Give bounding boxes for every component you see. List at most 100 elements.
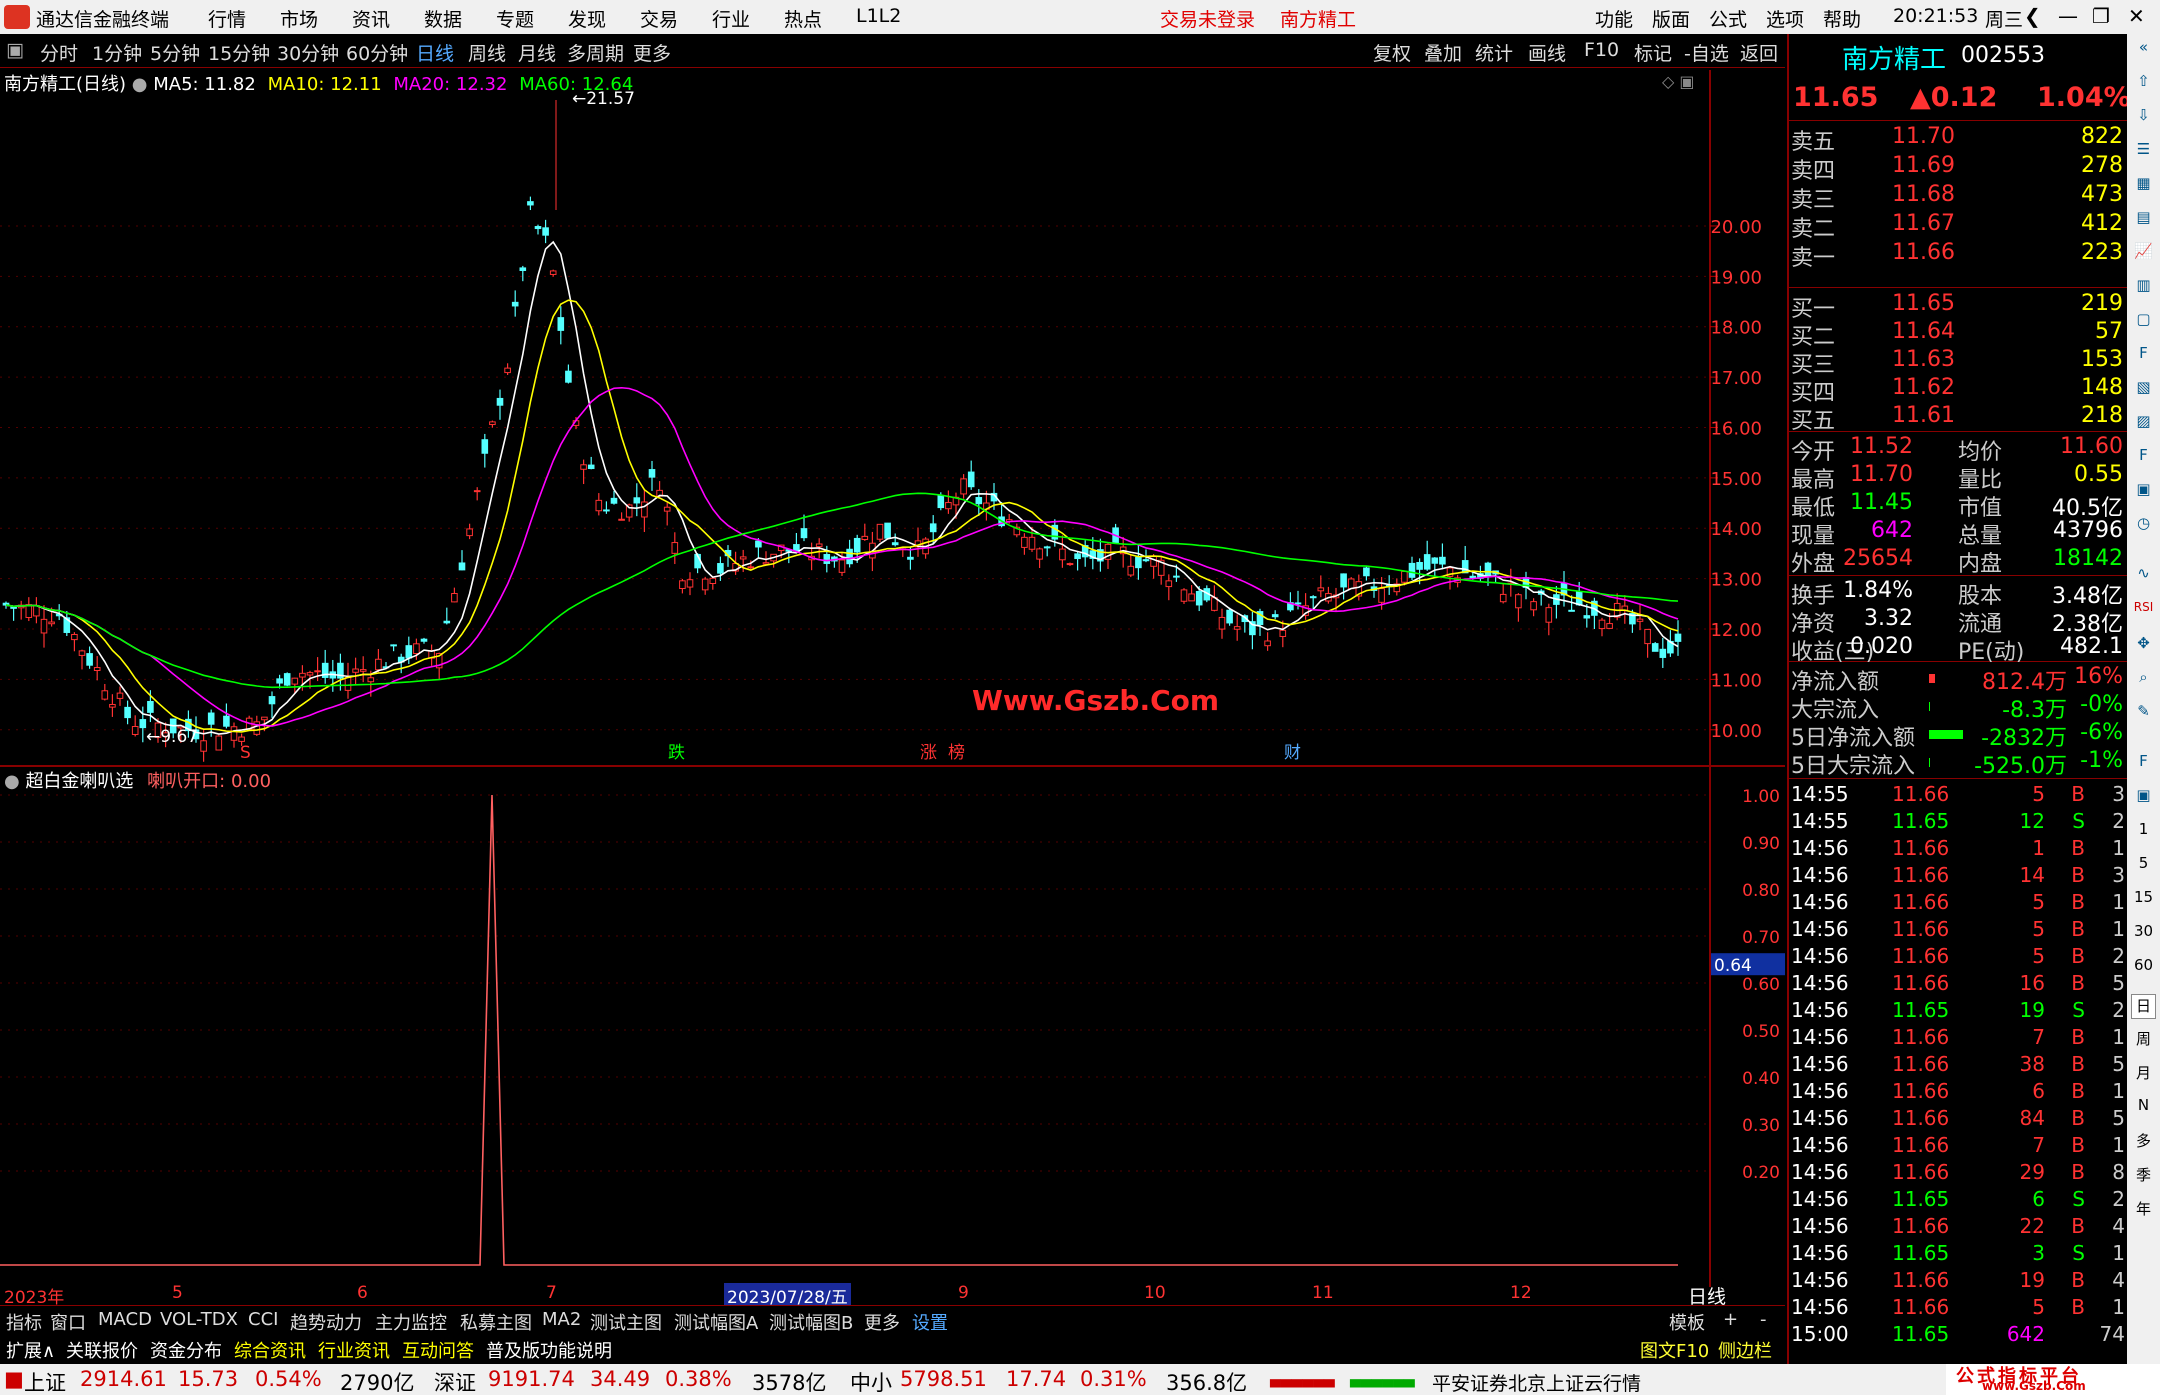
stat-row[interactable]: 最低 11.45 市值 40.5亿 [1789,490,2129,521]
btab-more[interactable]: 更多 [864,1309,900,1335]
chart-settings-icon[interactable]: ◇ ▣ [1662,72,1695,91]
doc-icon[interactable]: ▢ [2131,310,2156,335]
bid-row[interactable]: 买一 11.65 219 [1789,291,2129,322]
rsi-icon[interactable]: RSI [2131,600,2156,625]
period-day[interactable]: 日 [2131,994,2156,1019]
stat-row[interactable]: 收益(三) 0.020 PE(动) 482.1 [1789,634,2129,665]
candle-icon[interactable]: ▥ [2131,276,2156,301]
menu-news[interactable]: 资讯 [352,5,390,32]
stat-row[interactable]: 今开 11.52 均价 11.60 [1789,434,2129,465]
menu-options[interactable]: 选项 [1766,5,1804,32]
ask-row[interactable]: 卖二 11.67 412 [1789,211,2129,242]
period-1min[interactable]: 1 [2131,820,2156,845]
tab-qa[interactable]: 互动问答 [402,1337,474,1363]
f10-icon[interactable]: F [2131,344,2156,369]
btab-cci[interactable]: CCI [248,1309,278,1330]
btab-ma2[interactable]: MA2 [542,1309,581,1330]
tick-row[interactable]: 14:56 11.66 5 B 1 [1789,890,2129,917]
bid-row[interactable]: 买三 11.63 153 [1789,347,2129,378]
tick-row[interactable]: 14:56 11.66 7 B 1 [1789,1025,2129,1052]
list-icon[interactable]: ☰ [2131,140,2156,165]
tool-overlay[interactable]: 叠加 [1424,39,1462,66]
tab-5min[interactable]: 5分钟 [150,39,200,66]
panel-toggle-icon[interactable]: ▣ [6,39,24,61]
btab-vol[interactable]: VOL-TDX [160,1309,238,1330]
menu-trade[interactable]: 交易 [640,5,678,32]
ask-row[interactable]: 卖一 11.66 223 [1789,240,2129,271]
btab-mainforce[interactable]: 主力监控 [375,1309,447,1335]
tool-self-select[interactable]: -自选 [1684,39,1729,66]
btab-macd[interactable]: MACD [98,1309,152,1330]
tick-row[interactable]: 14:55 11.66 5 B 3 [1789,782,2129,809]
tab-60min[interactable]: 60分钟 [346,39,408,66]
split-icon[interactable]: ▨ [2131,412,2156,437]
ask-row[interactable]: 卖四 11.69 278 [1789,153,2129,184]
line-chart-icon[interactable]: 📈 [2131,242,2156,267]
kline-chart[interactable]: 20.00 19.00 18.00 17.00 16.00 15.00 14.00 13.00… [0,70,1785,767]
tab-multi[interactable]: 多周期 [567,39,624,66]
layout-icon[interactable]: ▧ [2131,378,2156,403]
menu-data[interactable]: 数据 [424,5,462,32]
trade-login-status[interactable]: 交易未登录 [1160,5,1255,32]
btab-add[interactable]: + [1723,1309,1738,1330]
btab-window[interactable]: 窗口 [50,1309,86,1335]
ask-row[interactable]: 卖三 11.68 473 [1789,182,2129,213]
tick-list[interactable]: 14:55 11.66 5 B 3 14:55 11.65 12 S 2 14:56 11.66 1 B 1… [1789,779,2129,1364]
down-arrow-icon[interactable]: ⇩ [2131,106,2156,131]
btab-indicator[interactable]: 指标 [6,1309,42,1335]
flow-row[interactable]: 大宗流入 -8.3万 -0% [1789,692,2129,723]
up-arrow-icon[interactable]: ⇧ [2131,72,2156,97]
minimize-icon[interactable]: — [2058,4,2078,28]
tab-daily[interactable]: 日线 [416,39,454,66]
period-year[interactable]: 年 [2131,1198,2156,1223]
period-week[interactable]: 周 [2131,1028,2156,1053]
photo-icon[interactable]: ▣ [2131,480,2156,505]
period-season[interactable]: 季 [2131,1164,2156,1189]
period-5min[interactable]: 5 [2131,854,2156,879]
pen-icon[interactable]: ✎ [2131,702,2156,727]
tick-row[interactable]: 14:56 11.66 14 B 3 [1789,863,2129,890]
tab-fund-dist[interactable]: 资金分布 [150,1337,222,1363]
btab-trend[interactable]: 趋势动力 [290,1309,362,1335]
f2-icon[interactable]: F [2131,446,2156,471]
indicator-chart[interactable]: 1.00 0.90 0.80 0.70 0.60 0.50 0.40 0.30 0.20 0.64 [0,767,1785,1287]
period-n[interactable]: N [2131,1096,2156,1121]
chart-icon[interactable]: ▣ [2131,786,2156,811]
menu-market[interactable]: 市场 [280,5,318,32]
menu-formula[interactable]: 公式 [1709,5,1747,32]
tick-row[interactable]: 14:56 11.66 7 B 1 [1789,1133,2129,1160]
tick-row[interactable]: 14:56 11.65 3 S 1 [1789,1241,2129,1268]
tool-f10[interactable]: F10 [1584,39,1619,61]
tab-weekly[interactable]: 周线 [468,39,506,66]
menu-function[interactable]: 功能 [1595,5,1633,32]
btab-remove[interactable]: - [1760,1309,1767,1330]
tick-row[interactable]: 14:56 11.66 22 B 4 [1789,1214,2129,1241]
tab-monthly[interactable]: 月线 [518,39,556,66]
menu-industry[interactable]: 行业 [712,5,750,32]
tab-1min[interactable]: 1分钟 [92,39,142,66]
tick-row[interactable]: 14:56 11.65 19 S 2 [1789,998,2129,1025]
menu-discover[interactable]: 发现 [568,5,606,32]
period-multi[interactable]: 多 [2131,1130,2156,1155]
stat-row[interactable]: 换手 1.84% 股本 3.48亿 [1789,578,2129,609]
clock-icon[interactable]: ◷ [2131,514,2156,539]
btab-test-b[interactable]: 测试幅图B [769,1309,853,1335]
tick-row[interactable]: 14:56 11.66 16 B 5 [1789,971,2129,998]
flow-row[interactable]: 净流入额 812.4万 16% [1789,664,2129,695]
tick-row[interactable]: 14:56 11.66 84 B 5 [1789,1106,2129,1133]
menu-l1l2[interactable]: L1L2 [856,5,901,27]
wave-icon[interactable]: ∿ [2131,564,2156,589]
tab-f10-text[interactable]: 图文F10 [1640,1337,1709,1363]
menu-topic[interactable]: 专题 [496,5,534,32]
flow-row[interactable]: 5日大宗流入 -525.0万 -1% [1789,748,2129,779]
indicator-toggle-icon[interactable]: ● [4,771,25,792]
f5-icon[interactable]: F [2131,752,2156,777]
zx-label[interactable]: 中小 [850,1367,892,1395]
close-icon[interactable]: ✕ [2128,4,2145,28]
period-30min[interactable]: 30 [2131,922,2156,947]
tab-news[interactable]: 综合资讯 [234,1337,306,1363]
tick-row[interactable]: 14:56 11.66 5 B 1 [1789,1295,2129,1322]
legend-toggle-icon[interactable]: ● [132,74,153,95]
tool-draw[interactable]: 画线 [1528,39,1566,66]
menu-hq[interactable]: 行情 [208,5,246,32]
